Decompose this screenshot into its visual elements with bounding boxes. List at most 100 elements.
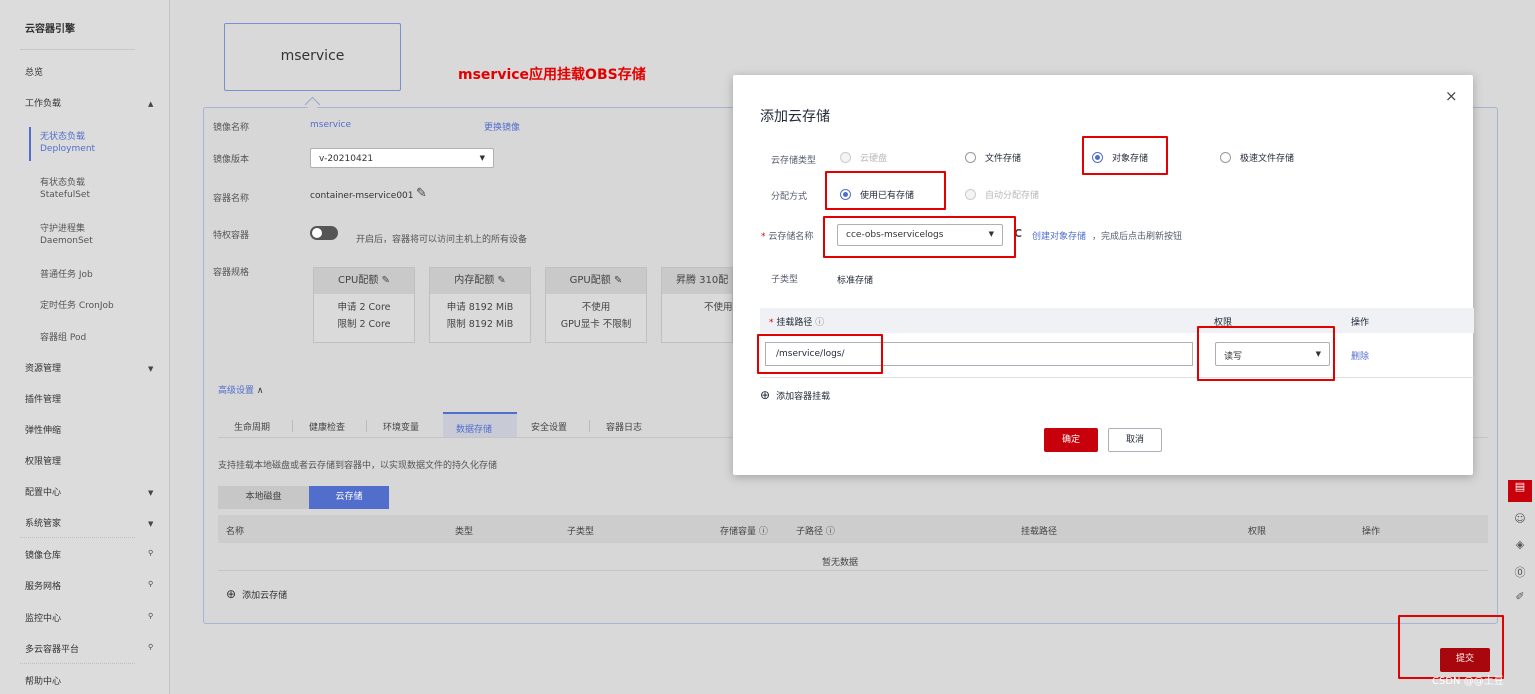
external-link-icon: ⚲ <box>148 549 154 557</box>
radio-evs[interactable]: 云硬盘 <box>840 151 887 164</box>
confirm-button[interactable]: 确定 <box>1044 428 1098 452</box>
sidebar-item-workload[interactable]: 工作负载 <box>25 99 61 110</box>
storage-name-label: * 云存储名称 <box>761 232 814 242</box>
create-hint: ，完成后点击刷新按钮 <box>1092 232 1183 242</box>
radio-sfs[interactable]: 文件存储 <box>965 151 1021 164</box>
tab-storage[interactable]: 数据存储 <box>443 412 517 437</box>
cancel-button[interactable]: 取消 <box>1108 428 1162 452</box>
edit-icon: ✎ <box>613 275 623 286</box>
sidebar-item-pod[interactable]: 容器组 Pod <box>40 332 86 344</box>
storage-desc: 支持挂载本地磁盘或者云存储到容器中，以实现数据文件的持久化存储 <box>218 461 498 471</box>
edit-icon: ✎ <box>497 275 506 286</box>
add-mount-button[interactable]: ⊕ 添加容器挂载 <box>760 388 830 402</box>
image-version-value: v-20210421 <box>319 154 374 164</box>
radio-auto[interactable]: 自动分配存储 <box>965 188 1039 201</box>
create-obs-link[interactable]: 创建对象存储 <box>1032 229 1086 242</box>
sidebar-item-resource[interactable]: 资源管理 <box>25 364 61 375</box>
label-en: StatefulSet <box>40 190 90 200</box>
sidebar-item-monitor[interactable]: 监控中心 <box>25 614 61 625</box>
tab-lifecycle[interactable]: 生命周期 <box>234 420 270 433</box>
tab-env[interactable]: 环境变量 <box>383 420 419 433</box>
privileged-hint: 开启后，容器将可以访问主机上的所有设备 <box>356 235 528 245</box>
smile-icon[interactable]: ☺ <box>1508 512 1532 534</box>
sidebar-item-mesh[interactable]: 服务网格 <box>25 582 61 593</box>
image-name-label: 镜像名称 <box>213 123 250 133</box>
image-name-value: mservice <box>310 120 352 130</box>
col-subtype: 子类型 <box>567 527 595 537</box>
sidebar-item-overview[interactable]: 总览 <box>25 68 43 79</box>
col-permission: 权限 <box>1248 527 1267 537</box>
sidebar-item-help[interactable]: 帮助中心 <box>25 677 61 688</box>
divider <box>20 663 135 664</box>
add-cloud-storage-button[interactable]: ⊕ 添加云存储 <box>226 587 287 601</box>
card-title: 昇腾 310配 <box>662 268 732 294</box>
close-icon[interactable]: × <box>1445 87 1458 105</box>
sidebar-item-permission[interactable]: 权限管理 <box>25 457 61 468</box>
advanced-toggle[interactable]: 高级设置 ∧ <box>218 383 263 396</box>
service-card[interactable]: mservice <box>224 23 401 91</box>
col-type: 类型 <box>455 527 474 537</box>
service-icon[interactable]: ◈ <box>1508 538 1532 560</box>
add-mount-label: 添加容器挂载 <box>776 391 831 402</box>
delete-link[interactable]: 删除 <box>1351 349 1369 362</box>
tab-health[interactable]: 健康检查 <box>309 420 345 433</box>
gpu-quota-card[interactable]: GPU配额 ✎ 不使用 GPU显卡 不限制 <box>545 267 647 343</box>
chevron-up-icon: ∧ <box>256 386 264 396</box>
sidebar-item-system[interactable]: 系统管家 <box>25 519 61 530</box>
memory-quota-card[interactable]: 内存配额 ✎ 申请 8192 MiB 限制 8192 MiB <box>429 267 531 343</box>
active-indicator <box>29 127 31 161</box>
highlight-box <box>825 171 946 210</box>
divider <box>20 49 135 50</box>
sidebar-item-addon[interactable]: 插件管理 <box>25 395 61 406</box>
storage-type-label: 云存储类型 <box>771 156 817 166</box>
subtab-local[interactable]: 本地磁盘 <box>218 486 309 509</box>
label-en: DaemonSet <box>40 236 93 246</box>
ascend-quota-card[interactable]: 昇腾 310配 不使用 <box>661 267 733 343</box>
container-name-value: container-mservice001 <box>310 191 414 201</box>
subtab-cloud[interactable]: 云存储 <box>309 486 389 509</box>
change-image-link[interactable]: 更换镜像 <box>484 120 520 133</box>
subtype-label: 子类型 <box>771 275 799 285</box>
external-link-icon: ⚲ <box>148 580 154 588</box>
spec-label: 容器规格 <box>213 268 250 278</box>
tab-security[interactable]: 安全设置 <box>531 420 567 433</box>
sidebar-item-elastic[interactable]: 弹性伸缩 <box>25 426 61 437</box>
col-mountpath: 挂载路径 <box>1021 527 1058 537</box>
card-title: 内存配额 ✎ <box>430 268 530 294</box>
edit-icon[interactable]: ✎ <box>416 186 427 201</box>
sidebar-item-deployment[interactable]: 无状态负载 Deployment <box>40 131 95 155</box>
edit-note-icon[interactable]: ✐ <box>1508 590 1532 612</box>
privileged-label: 特权容器 <box>213 231 250 241</box>
label-cn: 守护进程集 <box>40 224 86 234</box>
divider <box>20 537 135 538</box>
card-title: CPU配额 ✎ <box>314 268 414 294</box>
sidebar-item-multicloud[interactable]: 多云容器平台 <box>25 645 79 656</box>
highlight-box <box>1197 326 1335 381</box>
sidebar: 云容器引擎 总览 工作负载 ▲ 无状态负载 Deployment 有状态负载 S… <box>0 0 170 694</box>
privileged-toggle[interactable] <box>310 226 338 240</box>
cpu-quota-card[interactable]: CPU配额 ✎ 申请 2 Core 限制 2 Core <box>313 267 415 343</box>
tab-logs[interactable]: 容器日志 <box>606 420 642 433</box>
help-icon: ⓘ <box>825 527 835 537</box>
radio-sfs-turbo[interactable]: 极速文件存储 <box>1220 151 1294 164</box>
image-version-select[interactable]: v-20210421 ▼ <box>310 148 494 168</box>
sidebar-item-image[interactable]: 镜像仓库 <box>25 551 61 562</box>
highlight-box <box>1398 615 1504 679</box>
label-cn: 无状态负载 <box>40 132 86 142</box>
caret-down-icon: ▼ <box>479 154 485 162</box>
help-icon[interactable]: ⓪ <box>1508 564 1532 586</box>
external-link-icon: ⚲ <box>148 643 154 651</box>
toggle-knob <box>312 228 322 238</box>
card-line: 限制 2 Core <box>337 319 391 330</box>
card-line: 限制 8192 MiB <box>446 319 514 330</box>
sidebar-item-config[interactable]: 配置中心 <box>25 488 61 499</box>
sidebar-item-job[interactable]: 普通任务 Job <box>40 269 93 281</box>
sidebar-item-cronjob[interactable]: 定时任务 CronJob <box>40 300 114 312</box>
card-line: 申请 8192 MiB <box>446 302 514 313</box>
sidebar-item-statefulset[interactable]: 有状态负载 StatefulSet <box>40 177 90 201</box>
card-line: 不使用 <box>704 302 733 313</box>
external-link-icon: ⚲ <box>148 612 154 620</box>
sidebar-item-daemonset[interactable]: 守护进程集 DaemonSet <box>40 223 93 247</box>
feedback-icon[interactable]: ▤ <box>1508 480 1532 502</box>
add-cloud-storage-label: 添加云存储 <box>242 590 288 601</box>
